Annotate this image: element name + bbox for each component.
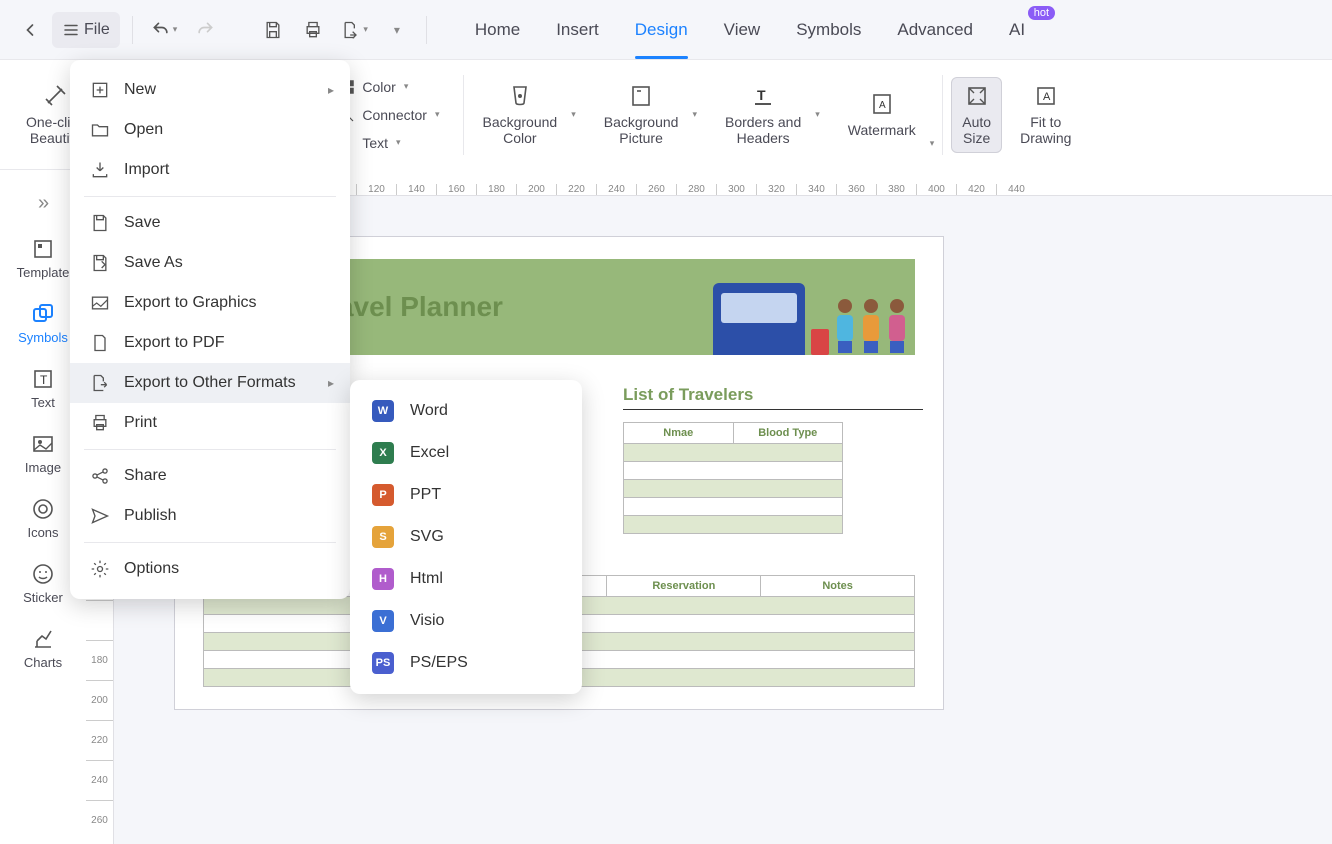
redo-button[interactable] <box>187 12 223 48</box>
menu-item-export-other[interactable]: Export to Other Formats▸ <box>70 363 350 403</box>
export-svg[interactable]: SSVG <box>350 516 582 558</box>
save-button[interactable] <box>255 12 291 48</box>
menu-item-export-pdf[interactable]: Export to PDF <box>70 323 350 363</box>
ps-icon: PS <box>372 652 394 674</box>
menu-item-publish[interactable]: Publish <box>70 496 350 536</box>
expand-sidebar-button[interactable]: » <box>38 192 49 215</box>
export-visio[interactable]: VVisio <box>350 600 582 642</box>
visio-icon: V <box>372 610 394 632</box>
file-menu-button[interactable]: File <box>52 12 120 48</box>
ppt-icon: P <box>372 484 394 506</box>
menu-item-share[interactable]: Share <box>70 456 350 496</box>
person-icon <box>835 299 855 355</box>
svg-text:T: T <box>757 87 766 103</box>
file-label: File <box>84 21 110 39</box>
sidebar-item-charts[interactable]: Charts <box>0 627 86 670</box>
export-formats-submenu: WWord XExcel PPPT SSVG HHtml VVisio PSPS… <box>350 380 582 694</box>
background-picture-button[interactable]: Background Picture <box>594 78 689 152</box>
tab-strip: Home Insert Design View Symbols Advanced… <box>475 0 1025 59</box>
print-button[interactable] <box>295 12 331 48</box>
export-ppt[interactable]: PPPT <box>350 474 582 516</box>
export-word[interactable]: WWord <box>350 390 582 432</box>
svg-text:A: A <box>879 100 886 111</box>
more-button[interactable]: ▾ <box>378 12 414 48</box>
menu-item-open[interactable]: Open <box>70 110 350 150</box>
menu-item-export-graphics[interactable]: Export to Graphics <box>70 283 350 323</box>
auto-size-button[interactable]: Auto Size <box>951 77 1002 153</box>
main-toolbar: File ▾ ▾ ▾ Home Insert Design View Symbo… <box>0 0 1332 60</box>
tab-ai[interactable]: AI hot <box>1009 0 1025 59</box>
tab-home[interactable]: Home <box>475 0 520 59</box>
suitcase-icon <box>811 329 829 355</box>
person-icon <box>887 299 907 355</box>
menu-item-save[interactable]: Save <box>70 203 350 243</box>
menu-item-import[interactable]: Import <box>70 150 350 190</box>
menu-item-save-as[interactable]: Save As <box>70 243 350 283</box>
svg-text:T: T <box>40 373 48 387</box>
export-ps-eps[interactable]: PSPS/EPS <box>350 642 582 684</box>
bus-icon <box>713 283 805 355</box>
export-button[interactable]: ▾ <box>335 12 374 48</box>
travelers-title: List of Travelers <box>623 385 923 405</box>
menu-item-new[interactable]: New▸ <box>70 70 350 110</box>
hot-badge: hot <box>1028 6 1055 20</box>
person-icon <box>861 299 881 355</box>
background-color-button[interactable]: Background Color <box>472 78 567 152</box>
header-illustration <box>713 283 907 355</box>
export-html[interactable]: HHtml <box>350 558 582 600</box>
menu-item-options[interactable]: Options <box>70 549 350 589</box>
fit-to-drawing-button[interactable]: AFit to Drawing <box>1010 78 1081 152</box>
file-dropdown-menu: New▸ Open Import Save Save As Export to … <box>70 60 350 599</box>
tab-ai-label: AI <box>1009 20 1025 40</box>
svg-text:A: A <box>1043 91 1051 103</box>
menu-item-print[interactable]: Print <box>70 403 350 443</box>
export-excel[interactable]: XExcel <box>350 432 582 474</box>
word-icon: W <box>372 400 394 422</box>
tab-symbols[interactable]: Symbols <box>796 0 861 59</box>
tab-design[interactable]: Design <box>635 0 688 59</box>
back-button[interactable] <box>12 12 48 48</box>
undo-button[interactable]: ▾ <box>145 12 184 48</box>
tab-insert[interactable]: Insert <box>556 0 599 59</box>
travelers-table: NmaeBlood Type <box>623 422 843 534</box>
excel-icon: X <box>372 442 394 464</box>
chevron-right-icon: ▸ <box>328 376 334 390</box>
html-icon: H <box>372 568 394 590</box>
tab-view[interactable]: View <box>724 0 761 59</box>
borders-headers-button[interactable]: TBorders and Headers <box>715 78 811 152</box>
svg-icon: S <box>372 526 394 548</box>
chevron-right-icon: ▸ <box>328 83 334 97</box>
watermark-button[interactable]: AWatermark <box>838 86 926 144</box>
tab-advanced[interactable]: Advanced <box>897 0 973 59</box>
